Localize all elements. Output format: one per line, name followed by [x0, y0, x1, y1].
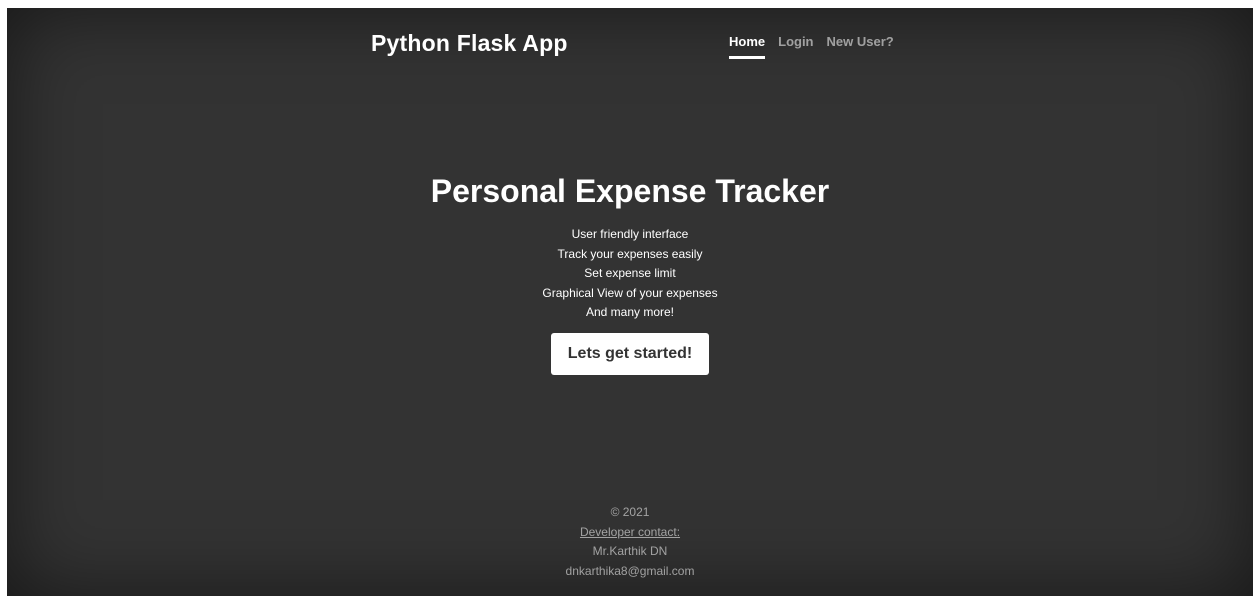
feature-item: Track your expenses easily: [557, 246, 703, 261]
brand-title: Python Flask App: [371, 30, 568, 56]
main-nav: Home Login New User?: [729, 34, 907, 59]
feature-item: And many more!: [585, 305, 675, 319]
page-cover: Python Flask App Home Login New User? Pe…: [7, 8, 1253, 596]
feature-item: Graphical View of your expenses: [542, 285, 718, 300]
nav-home-link[interactable]: Home: [729, 34, 766, 59]
copyright-text: © 2021: [610, 505, 650, 519]
feature-item: Set expense limit: [584, 266, 676, 280]
nav-new-user-link[interactable]: New User?: [827, 34, 894, 59]
developer-name: Mr.Karthik DN: [592, 544, 668, 558]
feature-list: User friendly interface Track your expen…: [7, 225, 1253, 323]
developer-contact-link[interactable]: Developer contact:: [580, 525, 680, 539]
get-started-button[interactable]: Lets get started!: [550, 332, 710, 375]
feature-item: User friendly interface: [571, 227, 689, 241]
developer-email: dnkarthika8@gmail.com: [565, 563, 695, 578]
page-title: Personal Expense Tracker: [430, 173, 830, 209]
hero-section: Personal Expense Tracker User friendly i…: [7, 171, 1253, 375]
footer: © 2021 Developer contact: Mr.Karthik DN …: [7, 503, 1253, 581]
nav-login-link[interactable]: Login: [778, 34, 813, 59]
